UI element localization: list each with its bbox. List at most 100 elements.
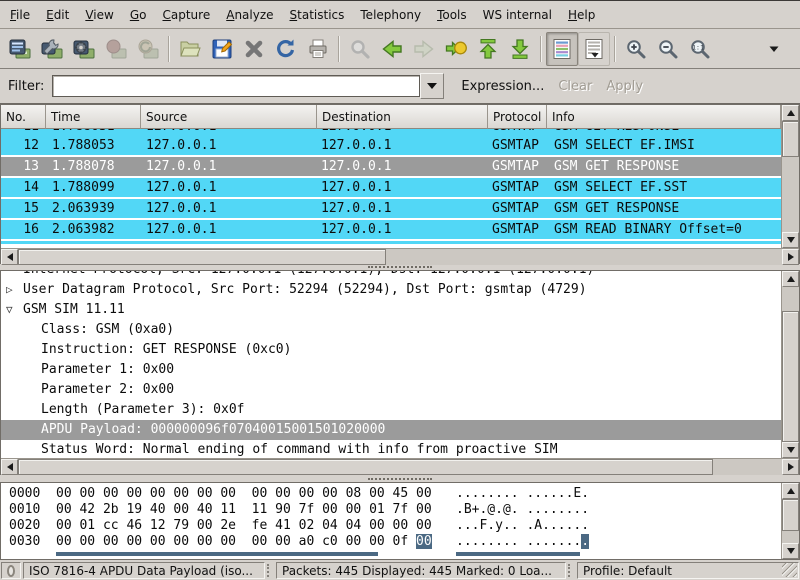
detail-row-udp[interactable]: ▷User Datagram Protocol, Src Port: 52294… [1,280,781,300]
detail-hscrollbar[interactable] [1,458,799,475]
detail-row-parameter1[interactable]: Parameter 1: 0x00 [1,360,781,380]
hex-row[interactable]: 001000 42 2b 19 40 00 40 11 11 90 7f 00 … [1,502,781,518]
packet-list-hscrollbar[interactable] [1,248,799,265]
detail-row-partial[interactable]: Internet Protocol, Src: 127.0.0.1 (127.0… [1,271,781,280]
packet-row-partial[interactable]: 111.788031127.0.0.1127.0.0.1GSMTAPGSM GE… [1,129,781,136]
detail-row-parameter2[interactable]: Parameter 2: 0x00 [1,380,781,400]
apply-button[interactable]: Apply [599,75,650,98]
window-resize-grip[interactable] [782,562,797,577]
expander-closed-icon[interactable]: ▷ [6,280,20,300]
menu-statistics[interactable]: Statistics [282,4,353,26]
column-header-protocol[interactable]: Protocol [488,105,547,129]
filter-input[interactable] [52,75,420,97]
reload-button[interactable] [270,32,302,66]
detail-row-gsm-sim[interactable]: ▽GSM SIM 11.11 [1,300,781,320]
zoom-out-button[interactable] [652,32,684,66]
zoom-in-button[interactable] [620,32,652,66]
scrollbar-trough[interactable] [782,531,799,543]
column-header-time[interactable]: Time [46,105,141,129]
detail-row-length[interactable]: Length (Parameter 3): 0x0f [1,400,781,420]
column-header-source[interactable]: Source [141,105,317,129]
detail-vscrollbar[interactable] [781,271,799,458]
capture-stop-button[interactable] [100,32,132,66]
scroll-down-button[interactable] [782,232,799,248]
go-to-bottom-button[interactable] [504,32,536,66]
splitter-handle-icon [368,266,432,268]
menu-telephony[interactable]: Telephony [352,4,429,26]
packet-list-vscrollbar[interactable] [781,105,799,248]
scrollbar-thumb[interactable] [782,499,799,531]
menu-go[interactable]: Go [122,4,155,26]
go-to-top-button[interactable] [472,32,504,66]
filter-dropdown-button[interactable] [420,73,444,99]
scrollbar-trough[interactable] [782,287,799,311]
menu-ws-internal[interactable]: WS internal [475,4,560,26]
toolbar-overflow-button[interactable] [758,32,790,66]
capture-restart-button[interactable] [132,32,164,66]
scroll-left-button[interactable] [1,249,18,265]
hex-row[interactable]: 003000 00 00 00 00 00 00 00 00 00 a0 c0 … [1,534,781,550]
zoom-100-button[interactable]: 1:1 [684,32,716,66]
expert-info-indicator[interactable] [1,562,21,579]
menu-file[interactable]: File [2,4,38,26]
expander-open-icon[interactable]: ▽ [6,300,20,320]
clear-button[interactable]: Clear [551,75,599,98]
print-button[interactable] [302,32,334,66]
packet-row[interactable]: 141.788099127.0.0.1127.0.0.1GSMTAPGSM SE… [1,178,781,199]
open-capture-button[interactable] [174,32,206,66]
column-header-destination[interactable]: Destination [317,105,488,129]
detail-row-class[interactable]: Class: GSM (0xa0) [1,320,781,340]
auto-scroll-button[interactable] [578,32,610,66]
packet-row-partial-bottom[interactable] [1,241,781,244]
list-interfaces-button[interactable] [4,32,36,66]
hex-row[interactable]: 000000 00 00 00 00 00 00 00 00 00 00 00 … [1,486,781,502]
hex-row[interactable]: 002000 01 cc 46 12 79 00 2e fe 41 02 04 … [1,518,781,534]
scroll-up-button[interactable] [782,105,799,121]
find-button[interactable] [344,32,376,66]
close-button[interactable] [238,32,270,66]
scrollbar-trough[interactable] [782,157,799,232]
scrollbar-thumb[interactable] [782,311,799,442]
packet-row[interactable]: 162.063982127.0.0.1127.0.0.1GSMTAPGSM RE… [1,220,781,241]
scrollbar-trough[interactable] [713,459,782,475]
menu-capture[interactable]: Capture [154,4,218,26]
save-button[interactable] [206,32,238,66]
column-header-info[interactable]: Info [547,105,781,129]
scroll-down-button[interactable] [782,442,799,458]
expression-button[interactable]: Expression... [454,75,551,98]
scrollbar-thumb[interactable] [782,121,799,157]
bytes-vscrollbar[interactable] [781,483,799,559]
print-icon [306,37,330,61]
column-header-no[interactable]: No. [1,105,46,129]
menu-tools[interactable]: Tools [429,4,475,26]
capture-options-button[interactable] [36,32,68,66]
menu-view[interactable]: View [77,4,121,26]
detail-row-instruction[interactable]: Instruction: GET RESPONSE (0xc0) [1,340,781,360]
go-to-packet-button[interactable] [440,32,472,66]
go-back-button[interactable] [376,32,408,66]
menu-help[interactable]: Help [560,4,603,26]
packet-row-selected[interactable]: 131.788078127.0.0.1127.0.0.1GSMTAPGSM GE… [1,157,781,178]
scroll-up-button[interactable] [782,271,799,287]
selected-byte[interactable]: 00 [416,534,432,549]
colorize-button[interactable] [546,32,578,66]
detail-row-status-word[interactable]: Status Word: Normal ending of command wi… [1,440,781,458]
detail-row-apdu-payload-selected[interactable]: APDU Payload: 000000096f0704001500150102… [1,420,781,440]
menu-edit[interactable]: Edit [38,4,77,26]
scroll-left-button[interactable] [1,459,18,475]
scroll-right-button[interactable] [782,249,799,265]
go-forward-button[interactable] [408,32,440,66]
selected-ascii-char[interactable]: . [581,534,589,549]
scroll-down-button[interactable] [782,543,799,559]
packet-row[interactable]: 121.788053127.0.0.1127.0.0.1GSMTAPGSM SE… [1,136,781,157]
go-to-top-icon [476,37,500,61]
scrollbar-thumb[interactable] [18,249,386,265]
capture-start-button[interactable] [68,32,100,66]
scrollbar-trough[interactable] [386,249,782,265]
pane-splitter[interactable] [0,475,800,482]
scroll-right-button[interactable] [782,459,799,475]
scrollbar-thumb[interactable] [18,459,713,475]
packet-row[interactable]: 152.063939127.0.0.1127.0.0.1GSMTAPGSM GE… [1,199,781,220]
scroll-up-button[interactable] [782,483,799,499]
menu-analyze[interactable]: Analyze [218,4,281,26]
